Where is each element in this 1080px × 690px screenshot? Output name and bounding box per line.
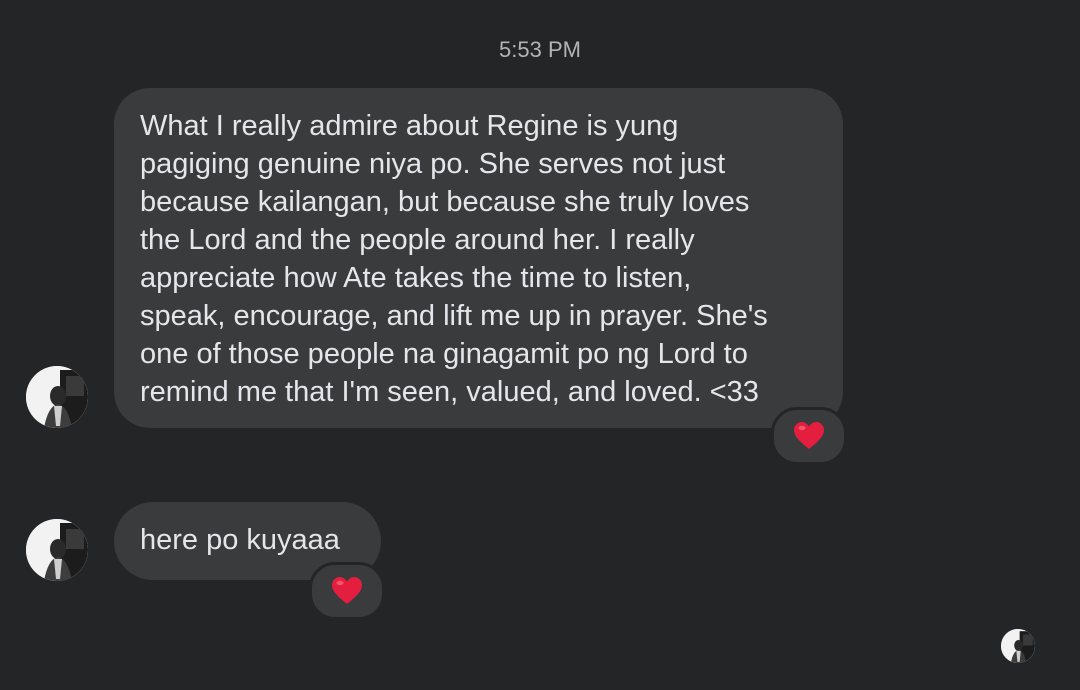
sender-avatar-1[interactable] [26,366,88,428]
reaction-badge-1[interactable] [771,407,847,465]
message-bubble-1[interactable]: What I really admire about Regine is yun… [114,88,843,428]
reaction-badge-2[interactable] [309,562,385,620]
heart-icon [794,422,824,449]
seen-by-avatar [1001,629,1035,663]
message-timestamp: 5:53 PM [499,37,581,62]
sender-avatar-2[interactable] [26,519,88,581]
heart-icon [332,577,362,604]
chat-thread: 5:53 PM What I really admire about Regin… [0,0,1080,690]
